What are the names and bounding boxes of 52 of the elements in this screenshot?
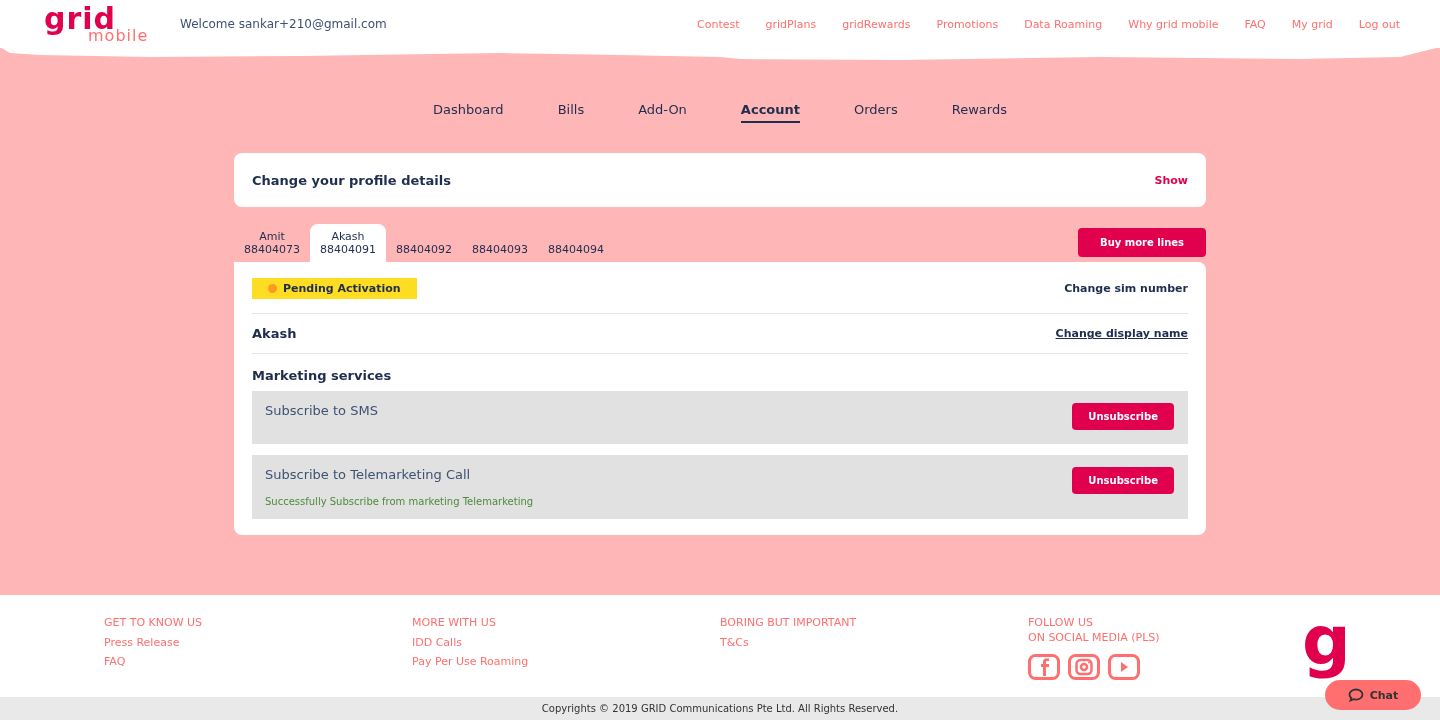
- nav-link[interactable]: Log out: [1358, 17, 1400, 31]
- footer-heading: ON SOCIAL MEDIA (PLS): [1028, 630, 1161, 646]
- footer-link[interactable]: Pay Per Use Roaming: [412, 655, 720, 669]
- facebook-icon[interactable]: [1028, 653, 1060, 680]
- nav-link[interactable]: My grid: [1291, 17, 1333, 31]
- nav-link[interactable]: Why grid mobile: [1128, 17, 1219, 31]
- profile-title: Change your profile details: [252, 172, 451, 188]
- footer-link[interactable]: T&Cs: [720, 636, 1028, 650]
- buy-more-lines-button[interactable]: Buy more lines: [1078, 228, 1206, 258]
- nav-tab[interactable]: Account: [740, 102, 800, 123]
- instagram-icon[interactable]: [1068, 653, 1100, 680]
- line-tab[interactable]: Amit 88404073: [234, 224, 310, 263]
- chat-icon: [1347, 688, 1364, 702]
- footer-heading: BORING BUT IMPORTANT: [720, 615, 858, 631]
- service-label: Subscribe to SMS: [265, 403, 378, 419]
- nav-link[interactable]: gridRewards: [842, 17, 911, 31]
- footer-link[interactable]: FAQ: [104, 655, 412, 669]
- footer-heading: GET TO KNOW US: [104, 615, 204, 631]
- unsubscribe-button[interactable]: Unsubscribe: [1072, 467, 1174, 495]
- nav-tab[interactable]: Add-On: [638, 102, 687, 123]
- footer-link[interactable]: Press Release: [104, 636, 412, 650]
- show-link[interactable]: Show: [1154, 173, 1188, 187]
- service-label: Subscribe to Telemarketing Call: [265, 467, 472, 483]
- status-text: Pending Activation: [283, 282, 401, 296]
- nav-tab[interactable]: Dashboard: [433, 102, 504, 123]
- nav-link[interactable]: Promotions: [936, 17, 999, 31]
- footer-heading: FOLLOW US: [1028, 615, 1094, 631]
- nav-link[interactable]: Contest: [697, 17, 740, 31]
- nav-tab[interactable]: Bills: [557, 102, 585, 123]
- logo-mark: g: [1301, 600, 1352, 682]
- success-message: Successfully Subscribe from marketing Telemarketing: [265, 496, 534, 508]
- welcome-text: Welcome sankar+210@gmail.com: [180, 17, 387, 31]
- nav-tab[interactable]: Rewards: [951, 102, 1007, 123]
- status-dot: [268, 284, 277, 294]
- unsubscribe-button[interactable]: Unsubscribe: [1072, 403, 1174, 431]
- chat-button[interactable]: Chat: [1325, 680, 1421, 710]
- line-tab[interactable]: 88404093: [462, 237, 538, 263]
- line-tab[interactable]: 88404094: [538, 237, 614, 263]
- change-name-link[interactable]: Change display name: [1055, 327, 1188, 341]
- nav-link[interactable]: FAQ: [1244, 17, 1266, 31]
- copyright-text: Copyrights © 2019 GRID Communications Pte Ltd. All Rights Reserved.: [541, 703, 899, 714]
- nav-tab[interactable]: Orders: [854, 102, 898, 123]
- footer-link[interactable]: IDD Calls: [412, 636, 720, 650]
- section-title: Marketing services: [252, 368, 393, 384]
- line-tab[interactable]: 88404092: [386, 237, 462, 263]
- play-icon[interactable]: [1108, 653, 1140, 680]
- nav-link[interactable]: Data Roaming: [1024, 17, 1103, 31]
- change-sim-link[interactable]: Change sim number: [1064, 282, 1188, 296]
- display-name: Akash: [252, 326, 297, 342]
- line-tab[interactable]: Akash 88404091: [310, 224, 386, 263]
- nav-link[interactable]: gridPlans: [765, 17, 817, 31]
- footer-heading: MORE WITH US: [412, 615, 497, 631]
